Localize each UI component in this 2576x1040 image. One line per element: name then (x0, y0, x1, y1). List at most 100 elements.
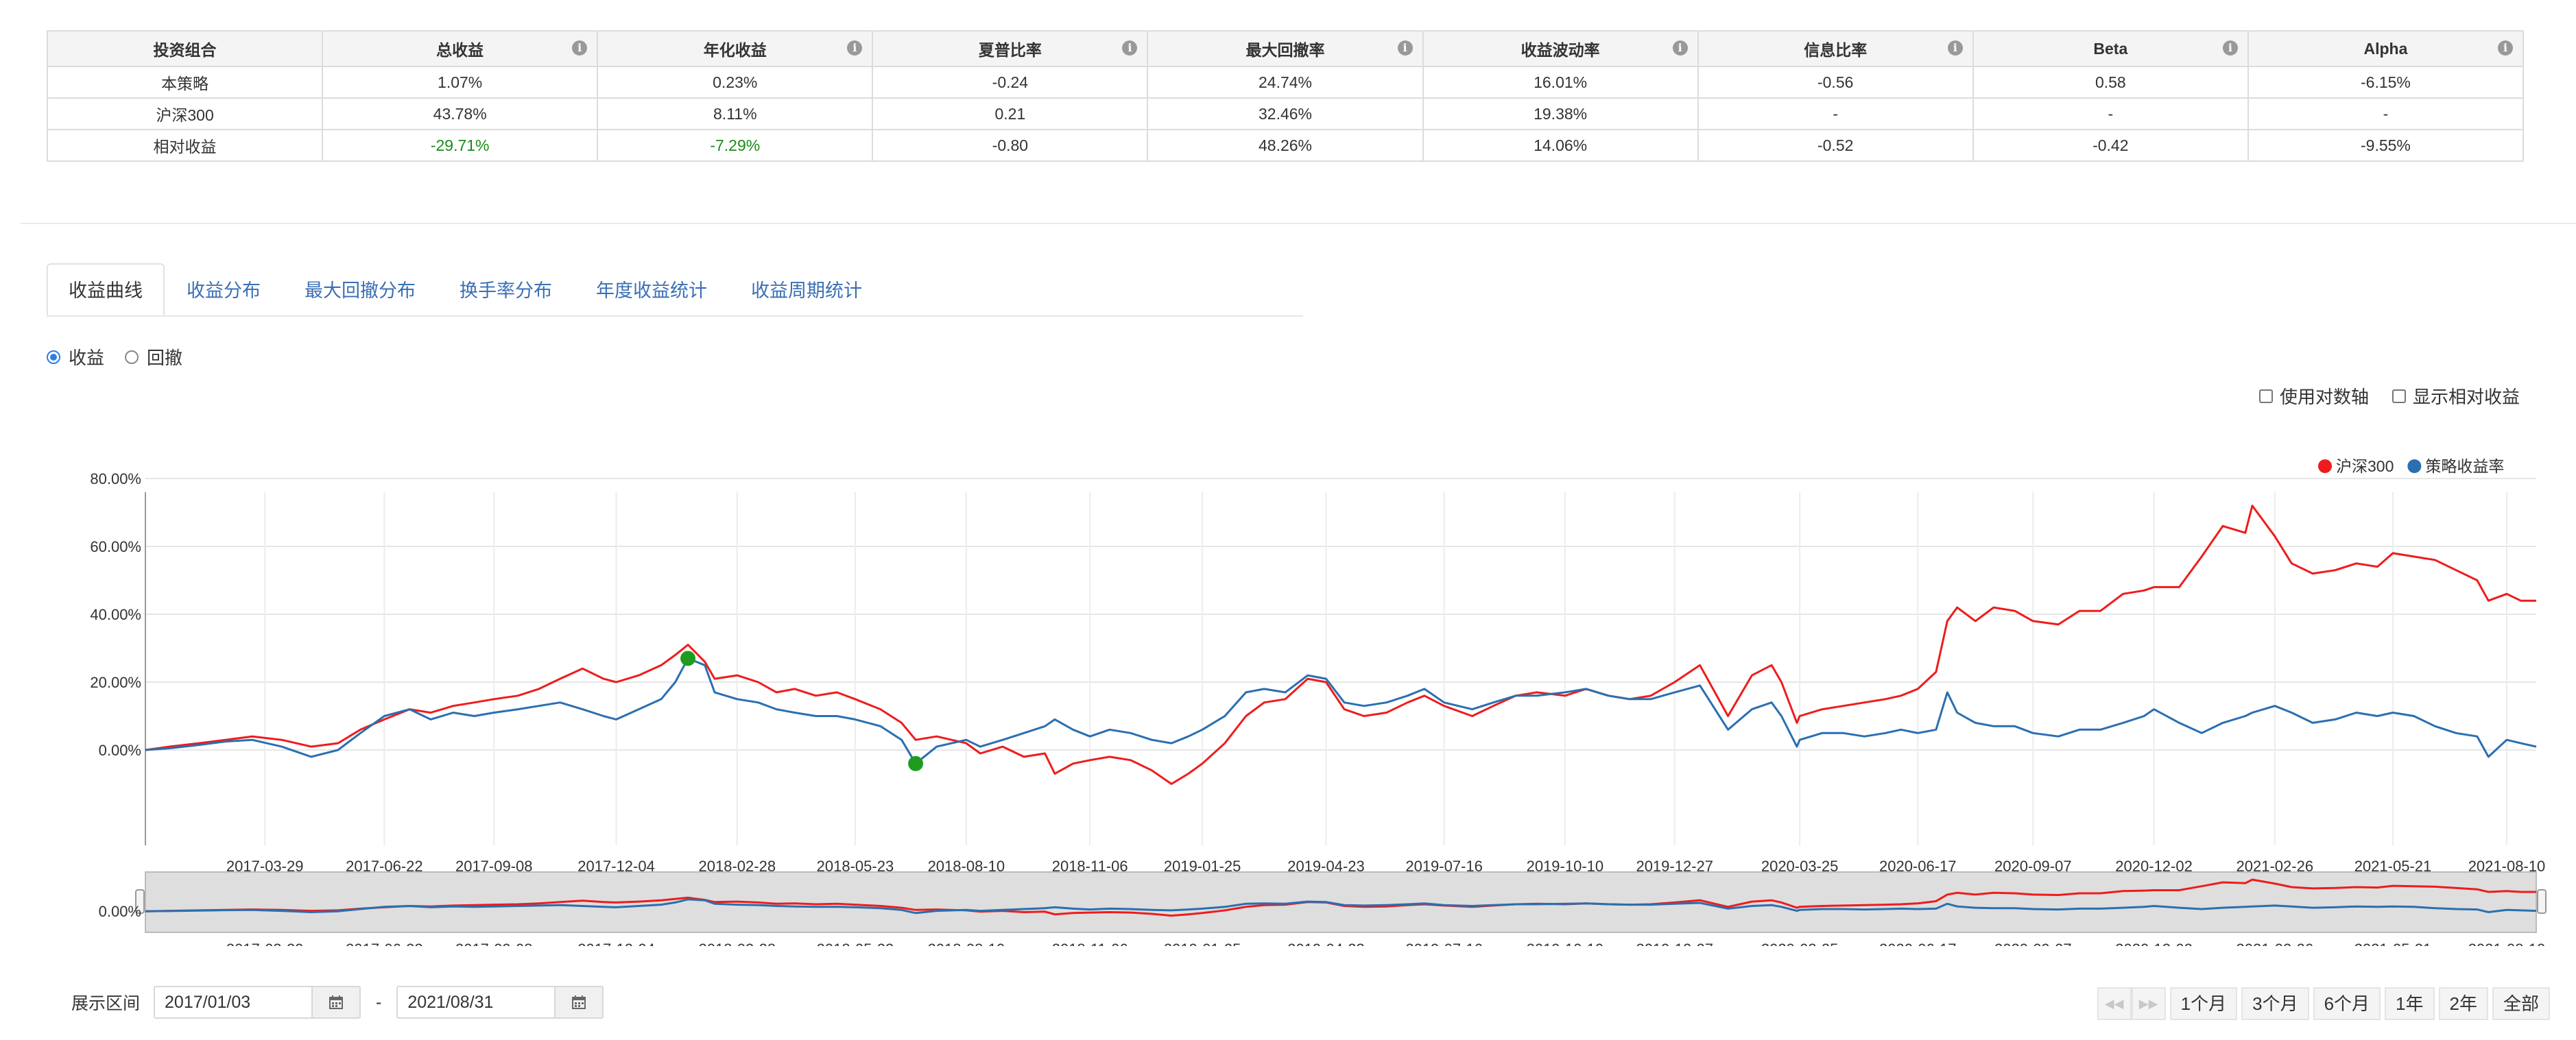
range-selector: 展示区间 - (71, 986, 604, 1019)
tab-return-distribution[interactable]: 收益分布 (165, 263, 283, 317)
return-curve-chart: 0.00% 20.00% 40.00% 60.00% 80.00% 2017-03-29… (90, 457, 2547, 946)
period-1m-button[interactable]: 1个月 (2169, 987, 2238, 1020)
navigator-x-label: 2018-05-23 (817, 941, 894, 946)
navigator-x-label: 2017-06-22 (346, 941, 423, 946)
calendar-icon[interactable] (311, 987, 360, 1017)
y-tick-label: 80.00% (90, 470, 141, 487)
table-cell: 14.06% (1422, 129, 1699, 162)
log-axis-checkbox[interactable] (2258, 389, 2273, 403)
y-tick-label: 40.00% (90, 606, 141, 623)
first-page-icon[interactable]: ◀◀ (2097, 987, 2132, 1020)
show-relative-checkbox[interactable] (2392, 389, 2406, 403)
info-icon[interactable]: i (1947, 40, 1963, 56)
series-lines (145, 505, 2537, 785)
navigator-x-label: 2021-02-26 (2237, 941, 2314, 946)
period-2y-button[interactable]: 2年 (2438, 987, 2488, 1020)
table-cell: -0.56 (1697, 66, 1974, 99)
radio-return[interactable] (47, 350, 60, 364)
table-cell: - (1972, 97, 2249, 130)
table-cell: 43.78% (322, 97, 599, 130)
show-relative-label[interactable]: 显示相对收益 (2413, 383, 2520, 409)
navigator-x-label: 2018-02-28 (699, 941, 776, 946)
header-sharpe: 夏普比率 i (872, 30, 1149, 67)
navigator-handle-right (2537, 889, 2547, 914)
y-tick-label: 0.00% (99, 742, 141, 759)
start-date-input[interactable] (155, 987, 312, 1017)
view-mode-group: 收益 回撤 (47, 344, 203, 370)
range-separator: - (376, 992, 382, 1012)
table-cell: 19.38% (1422, 97, 1699, 130)
y-tick-label: 60.00% (90, 538, 141, 555)
metrics-table: 投资组合 总收益 i 年化收益 i 夏普比率 i 最大回撤率 i 收益波动率 i 信息比率… (46, 30, 2525, 162)
navigator-x-label: 2017-09-08 (455, 941, 533, 946)
header-portfolio: 投资组合 (46, 30, 324, 67)
navigator-x-label: 2017-03-29 (226, 941, 304, 946)
tab-return-period-stats[interactable]: 收益周期统计 (729, 263, 884, 317)
radio-drawdown[interactable] (125, 350, 139, 364)
table-cell: 0.23% (597, 66, 874, 99)
info-icon[interactable]: i (1122, 40, 1138, 56)
header-alpha: Alpha i (2247, 30, 2525, 67)
series-line-hs300 (145, 505, 2536, 785)
table-cell: 0.21 (872, 97, 1149, 130)
table-cell: - (1697, 97, 1974, 130)
period-1y-button[interactable]: 1年 (2385, 987, 2435, 1020)
table-cell: -29.71% (322, 129, 599, 162)
next-page-icon[interactable]: ▶▶ (2131, 987, 2166, 1020)
section-divider (21, 223, 2576, 224)
tab-turnover-distribution[interactable]: 换手率分布 (438, 263, 574, 317)
info-icon[interactable]: i (1672, 40, 1688, 56)
legend-label: 沪深300 (2336, 457, 2394, 475)
navigator-y-label: 0.00% (99, 903, 141, 920)
tab-return-curve[interactable]: 收益曲线 (47, 263, 165, 317)
end-date-box (396, 986, 604, 1019)
table-cell: -9.55% (2247, 129, 2525, 162)
chart-options: 使用对数轴 显示相对收益 (2258, 383, 2520, 409)
info-icon[interactable]: i (1397, 40, 1413, 56)
tabs-underline (47, 315, 1303, 317)
period-3m-button[interactable]: 3个月 (2241, 987, 2309, 1020)
navigator-x-label: 2020-09-07 (1994, 941, 2072, 946)
legend-dot (2318, 459, 2332, 473)
period-6m-button[interactable]: 6个月 (2313, 987, 2381, 1020)
table-cell: -0.24 (872, 66, 1149, 99)
period-all-button[interactable]: 全部 (2492, 987, 2550, 1020)
table-cell: 8.11% (597, 97, 874, 130)
navigator-x-label: 2018-08-10 (928, 941, 1005, 946)
chart-legend: 沪深300 策略收益率 (2318, 457, 2504, 475)
table-cell: 32.46% (1147, 97, 1424, 130)
info-icon[interactable]: i (2222, 40, 2238, 56)
table-cell: 24.74% (1147, 66, 1424, 99)
tab-max-drawdown-distribution[interactable]: 最大回撤分布 (283, 263, 438, 317)
table-row: 沪深300 43.78% 8.11% 0.21 32.46% 19.38% - … (46, 97, 2525, 130)
grid-lines (145, 478, 2536, 845)
navigator-x-label: 2019-12-27 (1636, 941, 1713, 946)
metrics-header-row: 投资组合 总收益 i 年化收益 i 夏普比率 i 最大回撤率 i 收益波动率 i 信息比率… (46, 30, 2525, 67)
end-date-input[interactable] (398, 987, 555, 1017)
navigator-x-label: 2020-12-02 (2115, 941, 2193, 946)
navigator-x-label: 2020-03-25 (1761, 941, 1839, 946)
info-icon[interactable]: i (572, 40, 588, 56)
range-label: 展示区间 (71, 994, 141, 1013)
y-tick-label: 20.00% (90, 674, 141, 691)
drawdown-markers (680, 651, 924, 771)
navigator-x-label: 2019-01-25 (1164, 941, 1241, 946)
radio-drawdown-label[interactable]: 回撤 (147, 344, 182, 370)
table-cell: -0.52 (1697, 129, 1974, 162)
table-cell: -6.15% (2247, 66, 2525, 99)
start-date-box (154, 986, 361, 1019)
info-icon[interactable]: i (2498, 40, 2513, 56)
info-icon[interactable]: i (847, 40, 863, 56)
calendar-icon[interactable] (554, 987, 603, 1017)
log-axis-label[interactable]: 使用对数轴 (2280, 383, 2369, 409)
table-cell: 16.01% (1422, 66, 1699, 99)
drawdown-marker (908, 755, 924, 771)
table-cell: 0.58 (1972, 66, 2249, 99)
header-info-ratio: 信息比率 i (1697, 30, 1974, 67)
radio-return-label[interactable]: 收益 (69, 344, 104, 370)
analysis-tabs: 收益曲线 收益分布 最大回撤分布 换手率分布 年度收益统计 收益周期统计 (47, 263, 884, 317)
table-cell: -0.80 (872, 129, 1149, 162)
period-buttons: ◀◀ ▶▶ 1个月 3个月 6个月 1年 2年 全部 (2097, 987, 2550, 1020)
tab-annual-return-stats[interactable]: 年度收益统计 (574, 263, 729, 317)
navigator-x-label: 2021-08-10 (2468, 941, 2546, 946)
